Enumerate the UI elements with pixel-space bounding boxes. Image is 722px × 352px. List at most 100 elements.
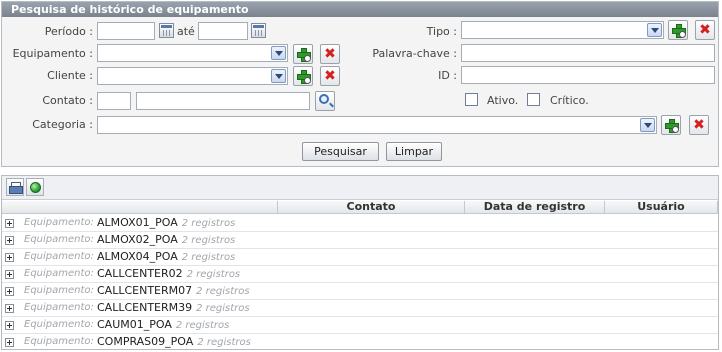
group-name: ALMOX04_POA [97,250,178,263]
group-name: ALMOX02_POA [97,233,178,246]
remove-tipo-button[interactable]: ✖ [695,20,715,40]
tipo-select[interactable] [461,21,664,39]
remove-icon: ✖ [324,46,336,62]
critico-checkbox[interactable] [527,93,540,106]
group-count: 2 registros [197,337,251,348]
calendar-icon[interactable] [159,23,174,38]
results-grid: Contato Data de registro Usuário Equipam… [1,175,719,350]
contato-code-input[interactable] [97,92,131,110]
group-row[interactable]: Equipamento: ALMOX01_POA 2 registros [2,215,718,232]
group-count: 2 registros [186,269,241,280]
cliente-select[interactable] [97,67,288,85]
ativo-label: Ativo. [487,94,519,107]
expand-icon[interactable] [5,253,14,262]
palavra-chave-label: Palavra-chave : [372,47,457,60]
group-name: CALLCENTERM39 [97,301,193,314]
group-row[interactable]: Equipamento: CAUM01_POA 2 registros [2,317,718,334]
remove-icon: ✖ [324,68,336,84]
id-label: ID : [438,69,457,82]
add-cliente-button[interactable] [293,66,313,86]
remove-categoria-button[interactable]: ✖ [689,115,709,135]
group-label: Equipamento: [24,285,94,296]
group-count: 2 registros [196,303,250,314]
remove-icon: ✖ [699,22,711,38]
equipamento-select[interactable] [97,44,288,62]
contato-name-input[interactable] [136,92,310,110]
expand-icon[interactable] [5,287,14,296]
group-count: 2 registros [181,218,236,229]
group-name: COMPRAS09_POA [97,335,194,348]
group-label: Equipamento: [24,302,94,313]
group-row[interactable]: Equipamento: CALLCENTER02 2 registros [2,266,718,283]
periodo-end-input[interactable] [198,22,248,40]
add-categoria-button[interactable] [661,115,681,135]
column-header-contato[interactable]: Contato [278,201,465,214]
group-row[interactable]: Equipamento: ALMOX02_POA 2 registros [2,232,718,249]
remove-equipamento-button[interactable]: ✖ [320,44,340,64]
search-panel: Pesquisa de histórico de equipamento Per… [1,1,719,167]
tipo-label: Tipo : [426,25,457,38]
group-row[interactable]: Equipamento: CALLCENTERM39 2 registros [2,300,718,317]
globe-icon [30,182,41,193]
expand-icon[interactable] [5,270,14,279]
categoria-select[interactable] [97,116,657,134]
chevron-down-icon[interactable] [271,69,286,83]
expand-icon[interactable] [5,338,14,347]
group-count: 2 registros [181,235,236,246]
ate-label: até [177,25,195,38]
search-icon [679,31,686,38]
group-label: Equipamento: [24,251,94,262]
group-label: Equipamento: [24,234,94,245]
ativo-checkbox[interactable] [465,93,478,106]
group-count: 2 registros [196,286,250,297]
refresh-button[interactable] [26,178,44,196]
categoria-label: Categoria : [32,118,93,131]
group-row[interactable]: Equipamento: ALMOX04_POA 2 registros [2,249,718,266]
equipamento-label: Equipamento : [12,47,93,60]
group-count: 2 registros [175,320,230,331]
critico-label: Crítico. [550,94,589,107]
group-label: Equipamento: [24,336,94,347]
chevron-down-icon[interactable] [640,118,655,132]
contato-label: Contato : [42,94,93,107]
limpar-button[interactable]: Limpar [386,142,442,161]
expand-icon[interactable] [5,321,14,330]
search-icon [319,94,329,104]
group-name: CALLCENTERM07 [97,284,193,297]
column-header-data-registro[interactable]: Data de registro [465,201,605,214]
pesquisar-button[interactable]: Pesquisar [302,142,379,161]
palavra-chave-input[interactable] [461,44,715,62]
calendar-icon[interactable] [251,23,266,38]
expand-icon[interactable] [5,304,14,313]
group-row[interactable]: Equipamento: CALLCENTERM07 2 registros [2,283,718,300]
chevron-down-icon[interactable] [271,46,286,60]
column-header-usuario[interactable]: Usuário [605,201,718,214]
group-count: 2 registros [181,252,236,263]
grid-toolbar [2,176,718,200]
group-row[interactable]: Equipamento: COMPRAS09_POA 2 registros [2,334,718,349]
periodo-start-input[interactable] [97,22,155,40]
search-icon [304,77,311,84]
remove-icon: ✖ [693,117,705,133]
id-input[interactable] [461,66,715,84]
printer-icon [9,182,23,194]
periodo-label: Período : [44,25,93,38]
search-contato-button[interactable] [315,91,335,111]
expand-icon[interactable] [5,236,14,245]
cliente-label: Cliente : [47,69,93,82]
search-icon [304,55,311,62]
print-button[interactable] [6,178,24,196]
grid-header-blank [2,201,278,214]
panel-title: Pesquisa de histórico de equipamento [2,2,718,17]
group-label: Equipamento: [24,217,94,228]
remove-cliente-button[interactable]: ✖ [320,66,340,86]
search-icon [672,126,679,133]
chevron-down-icon[interactable] [647,23,662,37]
add-equipamento-button[interactable] [293,44,313,64]
group-name: CAUM01_POA [97,318,172,331]
add-tipo-button[interactable] [668,20,688,40]
group-label: Equipamento: [24,319,94,330]
group-name: CALLCENTER02 [97,267,183,280]
group-label: Equipamento: [24,268,94,279]
expand-icon[interactable] [5,219,14,228]
